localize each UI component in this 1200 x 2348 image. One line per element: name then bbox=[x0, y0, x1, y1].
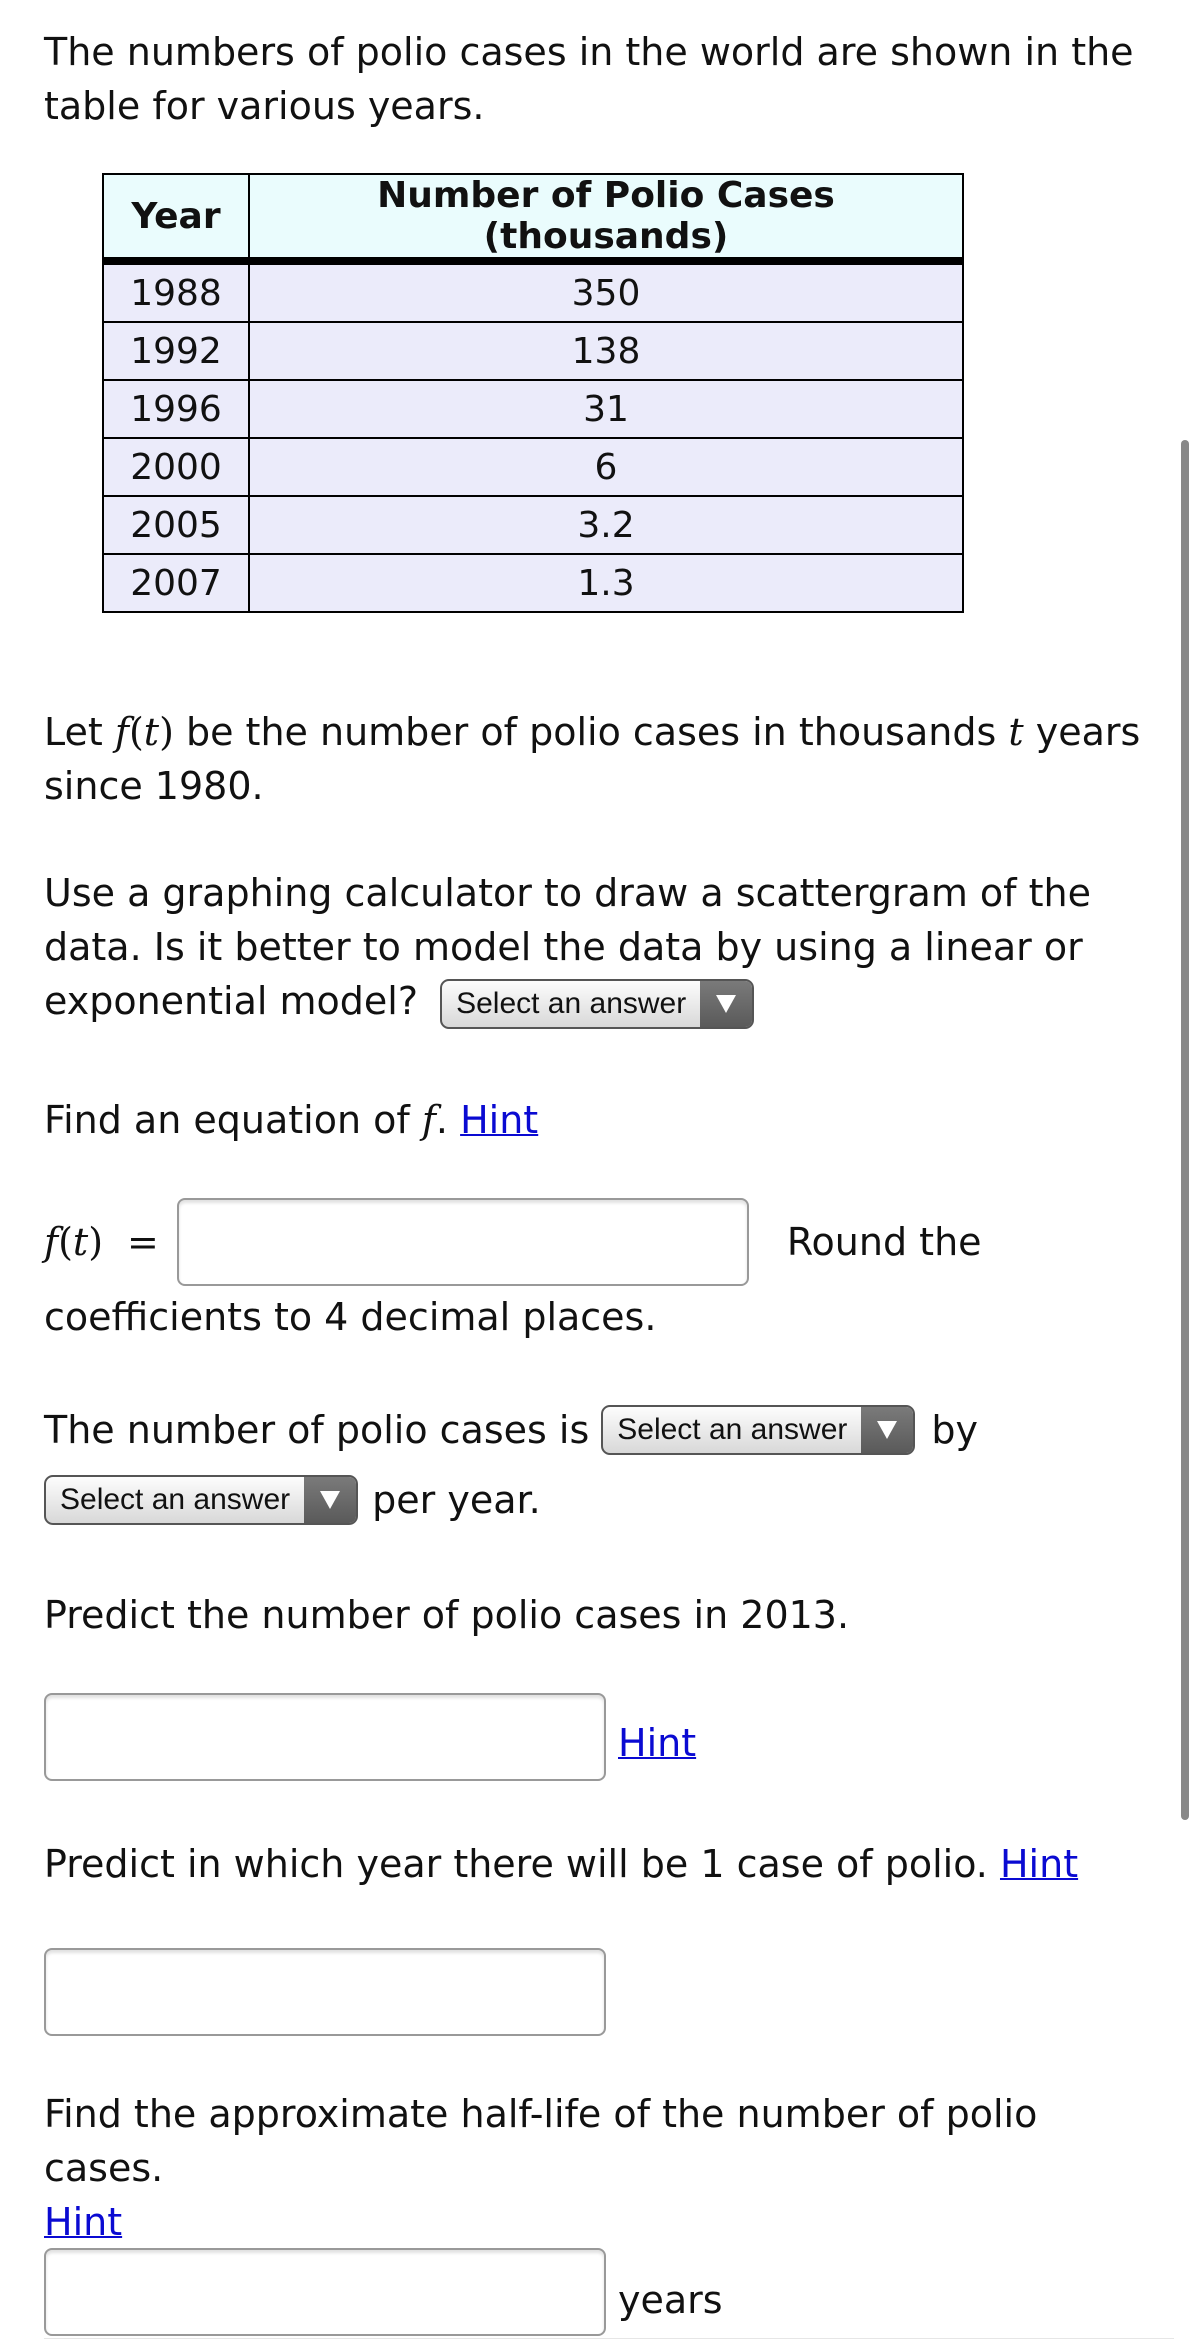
table-row: 2007 1.3 bbox=[102, 553, 964, 613]
question-one-case: Predict in which year there will be 1 ca… bbox=[44, 1837, 1078, 1891]
model-type-select[interactable]: Select an answer bbox=[440, 978, 755, 1029]
polio-data-table: Year Number of Polio Cases (thousands) 1… bbox=[102, 173, 964, 613]
cell-year: 1996 bbox=[102, 379, 250, 439]
equation-input[interactable] bbox=[176, 1198, 749, 1286]
one-case-year-input[interactable] bbox=[44, 1948, 606, 2036]
punctuation: . bbox=[435, 1098, 461, 1142]
cell-cases: 138 bbox=[248, 321, 964, 381]
math-f: f bbox=[114, 710, 129, 754]
question-text: Find an equation of bbox=[44, 1098, 422, 1142]
question-text: The number of polio cases is bbox=[44, 1408, 590, 1452]
math-paren-open: ( bbox=[58, 1220, 73, 1264]
math-equals: = bbox=[127, 1220, 159, 1264]
cell-year: 2000 bbox=[102, 437, 250, 497]
header-cases: Number of Polio Cases (thousands) bbox=[248, 173, 964, 265]
table-row: 1992 138 bbox=[102, 321, 964, 381]
question-rate: The number of polio cases is Select an a… bbox=[44, 1400, 1154, 1530]
half-life-row: years bbox=[44, 2248, 723, 2336]
header-year: Year bbox=[102, 173, 250, 265]
half-life-input[interactable] bbox=[44, 2248, 606, 2336]
rate-amount-select[interactable]: Select an answer bbox=[44, 1475, 359, 1525]
select-label: Select an answer bbox=[60, 1483, 291, 1516]
unit-label: years bbox=[618, 2278, 723, 2322]
select-label: Select an answer bbox=[617, 1413, 848, 1446]
dropdown-arrow-icon bbox=[304, 1477, 357, 1523]
math-paren-open: ( bbox=[128, 710, 144, 754]
math-paren-close: ) bbox=[88, 1220, 104, 1264]
dropdown-arrow-icon bbox=[700, 980, 753, 1027]
math-f: f bbox=[421, 1098, 436, 1142]
math-t: t bbox=[72, 1220, 89, 1264]
cell-cases: 3.2 bbox=[248, 495, 964, 555]
table-row: 2000 6 bbox=[102, 437, 964, 497]
hint-link-2013[interactable]: Hint bbox=[618, 1721, 696, 1765]
intro-text: The numbers of polio cases in the world … bbox=[44, 30, 1134, 128]
dropdown-arrow-icon bbox=[861, 1407, 914, 1453]
question-predict-2013: Predict the number of polio cases in 201… bbox=[44, 1593, 850, 1637]
math-paren-close: ) bbox=[159, 710, 174, 754]
hint-link-half-life[interactable]: Hint bbox=[44, 2200, 122, 2244]
change-direction-select[interactable]: Select an answer bbox=[601, 1405, 916, 1455]
math-t: t bbox=[143, 710, 160, 754]
cell-year: 1988 bbox=[102, 260, 250, 323]
question-find-equation: Find an equation of f. Hint bbox=[44, 1093, 538, 1147]
hint-link-one-case[interactable]: Hint bbox=[1000, 1842, 1078, 1886]
predict-2013-row: Hint bbox=[44, 1693, 696, 1781]
table-row: 1988 350 bbox=[102, 260, 964, 323]
question-half-life: Find the approximate half-life of the nu… bbox=[44, 2087, 1164, 2249]
round-note-cont: coefficients to 4 decimal places. bbox=[44, 1295, 657, 1339]
cell-year: 2005 bbox=[102, 495, 250, 555]
question-text: by bbox=[931, 1408, 978, 1452]
definition-text: Let bbox=[44, 710, 115, 754]
vertical-scrollbar[interactable] bbox=[1181, 440, 1189, 1820]
cell-cases: 350 bbox=[248, 260, 964, 323]
cell-cases: 31 bbox=[248, 379, 964, 439]
math-f: f bbox=[44, 1220, 59, 1264]
cell-cases: 6 bbox=[248, 437, 964, 497]
equation-row: f(t) = Round the coefficients to 4 decim… bbox=[44, 1198, 1154, 1344]
question-model-type: Use a graphing calculator to draw a scat… bbox=[44, 866, 1164, 1029]
definition-text: be the number of polio cases in thousand… bbox=[173, 710, 1009, 754]
select-label: Select an answer bbox=[456, 986, 687, 1020]
cell-cases: 1.3 bbox=[248, 553, 964, 613]
divider bbox=[44, 2338, 1174, 2339]
function-definition: Let f(t) be the number of polio cases in… bbox=[44, 705, 1154, 813]
predict-2013-input[interactable] bbox=[44, 1693, 606, 1781]
math-t: t bbox=[1008, 710, 1024, 754]
cell-year: 1992 bbox=[102, 321, 250, 381]
question-text: per year. bbox=[372, 1478, 541, 1522]
cell-year: 2007 bbox=[102, 553, 250, 613]
equation-line: f(t) = Round the bbox=[44, 1198, 1154, 1286]
question-text: Find the approximate half-life of the nu… bbox=[44, 2092, 1038, 2190]
round-note: Round the bbox=[786, 1220, 982, 1264]
hint-link-equation[interactable]: Hint bbox=[460, 1098, 538, 1142]
table-row: 2005 3.2 bbox=[102, 495, 964, 555]
question-text: Predict in which year there will be 1 ca… bbox=[44, 1842, 988, 1886]
table-header-row: Year Number of Polio Cases (thousands) bbox=[102, 173, 964, 265]
table-row: 1996 31 bbox=[102, 379, 964, 439]
